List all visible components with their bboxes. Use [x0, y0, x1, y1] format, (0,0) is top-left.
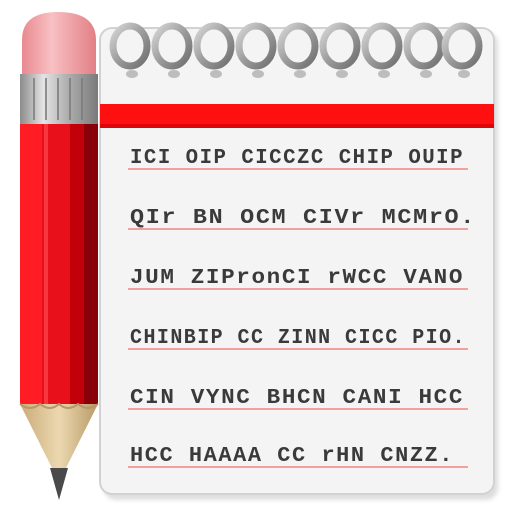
notepad: ICI OIP CICCZC CHIP OUIP QIr BN OCM CIVr…: [99, 22, 498, 500]
notepad-paper: [99, 27, 495, 495]
note-line: QIr BN OCM CIVr MCMrO.: [130, 207, 476, 230]
note-line: CIN VYNC BHCN CANI HCC: [130, 387, 464, 410]
notepad-pencil-icon: ICI OIP CICCZC CHIP OUIP QIr BN OCM CIVr…: [19, 12, 498, 500]
note-line: CHINBIP CC ZINN CICC PIO.: [130, 327, 466, 350]
note-line: ICI OIP CICCZC CHIP OUIP: [130, 147, 464, 170]
pencil-icon: [19, 12, 99, 500]
note-line: HCC HAAAA CC rHN CNZZ.: [130, 445, 454, 468]
pencil-wood-tip: [20, 404, 98, 468]
note-line: JUM ZIPronCI rWCC VANO: [130, 267, 464, 290]
pencil-eraser: [22, 12, 96, 78]
pencil-lead: [50, 468, 68, 500]
